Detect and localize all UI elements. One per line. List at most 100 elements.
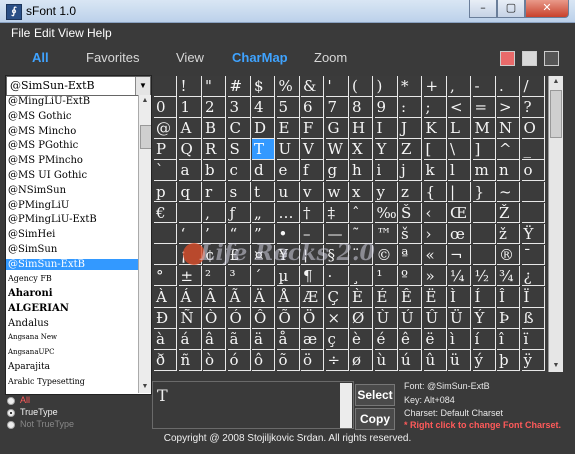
char-cell[interactable]: Y — [374, 139, 398, 160]
char-cell[interactable]: b — [203, 160, 226, 181]
char-cell[interactable]: = — [472, 97, 496, 118]
char-cell[interactable]: ò — [203, 350, 226, 371]
preview-box[interactable]: T — [152, 381, 354, 429]
character-grid[interactable]: ! " # $% & '() * +, -./ 0 1 2 3 4 5 6 7 8 9:; < = >? @ A B C D E F G H… — [154, 76, 547, 372]
char-cell[interactable]: ™ — [374, 223, 398, 245]
font-list-item[interactable]: @MS PMincho — [8, 155, 136, 166]
char-cell[interactable]: © — [374, 244, 398, 266]
char-cell[interactable]: ± — [178, 265, 202, 287]
radio-all[interactable]: All — [7, 395, 107, 407]
char-cell[interactable]: ) — [374, 76, 398, 97]
char-cell[interactable]: ¼ — [448, 265, 471, 287]
font-list-item[interactable]: ALGERIAN — [8, 303, 136, 314]
font-list[interactable]: @SimSun-ExtB ▼ @MingLiU-ExtB @MS Gothic @M… — [5, 75, 152, 395]
close-button[interactable]: ✕ — [525, 0, 569, 18]
grid-scroll-down-icon[interactable]: ▼ — [549, 360, 563, 372]
font-list-item[interactable]: @PMingLiU-ExtB — [8, 214, 136, 225]
char-cell[interactable]: " — [203, 76, 226, 97]
char-cell[interactable]: ¾ — [497, 265, 520, 287]
char-cell[interactable]: $ — [252, 76, 275, 97]
char-cell[interactable]: … — [276, 202, 300, 224]
char-cell[interactable]: n — [497, 160, 520, 181]
tab-favorites[interactable]: Favorites — [86, 50, 139, 65]
char-cell[interactable]: ´ — [252, 265, 275, 287]
scroll-up-icon[interactable]: ▲ — [139, 95, 151, 107]
char-cell[interactable]: Õ — [276, 308, 300, 329]
char-cell[interactable]: ƒ — [227, 202, 251, 224]
char-cell[interactable]: û — [423, 350, 447, 371]
char-cell[interactable]: Ï — [521, 287, 545, 308]
theme-swatch-red[interactable] — [500, 51, 515, 66]
char-cell[interactable]: ] — [472, 139, 496, 160]
char-cell[interactable]: â — [203, 329, 226, 350]
font-list-item[interactable]: @NSimSun — [8, 185, 136, 196]
char-cell[interactable]: œ — [448, 223, 471, 245]
char-cell[interactable]: ì — [448, 329, 471, 350]
char-cell[interactable]: É — [374, 287, 398, 308]
theme-swatch-dark[interactable] — [544, 51, 559, 66]
char-cell[interactable]: } — [472, 181, 496, 202]
char-cell[interactable]: y — [374, 181, 398, 202]
char-cell[interactable] — [521, 181, 545, 202]
char-cell[interactable]: Ë — [423, 287, 447, 308]
minimize-button[interactable]: – — [469, 0, 497, 18]
char-cell[interactable]: < — [448, 97, 471, 118]
char-cell[interactable]: € — [154, 202, 177, 224]
menu-help[interactable]: Help — [87, 26, 112, 40]
char-cell[interactable]: P — [154, 139, 177, 160]
char-cell[interactable]: ¿ — [521, 265, 545, 287]
char-cell[interactable]: ^ — [497, 139, 520, 160]
char-cell[interactable]: º — [399, 265, 422, 287]
char-cell[interactable]: Ñ — [178, 308, 202, 329]
char-cell[interactable]: Z — [399, 139, 422, 160]
font-list-item[interactable]: @PMingLiU — [8, 200, 136, 211]
char-cell[interactable]: ê — [399, 329, 422, 350]
char-cell[interactable]: è — [350, 329, 373, 350]
char-cell[interactable]: , — [448, 76, 471, 97]
char-cell[interactable]: % — [276, 76, 300, 97]
char-cell[interactable]: Ö — [301, 308, 324, 329]
char-cell[interactable]: . — [497, 76, 520, 97]
char-cell[interactable]: G — [325, 118, 349, 139]
char-cell[interactable]: å — [276, 329, 300, 350]
char-cell[interactable]: Á — [178, 287, 202, 308]
char-cell[interactable]: \ — [448, 139, 471, 160]
char-cell[interactable]: Q — [178, 139, 202, 160]
menu-view[interactable]: View — [58, 26, 84, 40]
char-cell[interactable]: M — [472, 118, 496, 139]
char-cell[interactable]: » — [423, 265, 447, 287]
char-cell[interactable]: ‘ — [178, 223, 202, 245]
char-cell[interactable]: È — [350, 287, 373, 308]
char-cell[interactable]: U — [276, 139, 300, 160]
char-cell[interactable]: Š — [399, 202, 422, 224]
char-cell[interactable]: á — [178, 329, 202, 350]
menu-file[interactable]: File — [11, 26, 30, 40]
char-cell[interactable]: V — [301, 139, 324, 160]
char-cell[interactable]: î — [497, 329, 520, 350]
char-cell[interactable]: ¯ — [521, 244, 545, 266]
font-list-item[interactable]: @MS PGothic — [8, 140, 136, 151]
char-cell[interactable]: 7 — [325, 97, 349, 118]
char-cell[interactable]: t — [252, 181, 275, 202]
radio-not-truetype-dot[interactable] — [7, 421, 15, 429]
font-list-item[interactable]: Andalus — [8, 318, 136, 329]
char-cell[interactable]: Â — [203, 287, 226, 308]
char-cell[interactable]: ã — [227, 329, 251, 350]
char-cell[interactable]: 9 — [374, 97, 398, 118]
char-cell[interactable]: ÷ — [325, 350, 349, 371]
char-cell[interactable]: D — [252, 118, 275, 139]
char-cell[interactable]: C — [227, 118, 251, 139]
char-cell[interactable]: ³ — [227, 265, 251, 287]
char-cell[interactable]: B — [203, 118, 226, 139]
char-cell[interactable]: Ø — [350, 308, 373, 329]
char-cell[interactable]: > — [497, 97, 520, 118]
char-cell[interactable]: 4 — [252, 97, 275, 118]
char-cell[interactable]: 6 — [301, 97, 324, 118]
char-cell[interactable]: Ü — [448, 308, 471, 329]
char-cell[interactable]: H — [350, 118, 373, 139]
char-cell[interactable]: h — [350, 160, 373, 181]
char-cell[interactable]: ² — [203, 265, 226, 287]
char-cell[interactable]: × — [325, 308, 349, 329]
char-cell[interactable] — [154, 76, 177, 97]
char-cell[interactable]: š — [399, 223, 422, 245]
